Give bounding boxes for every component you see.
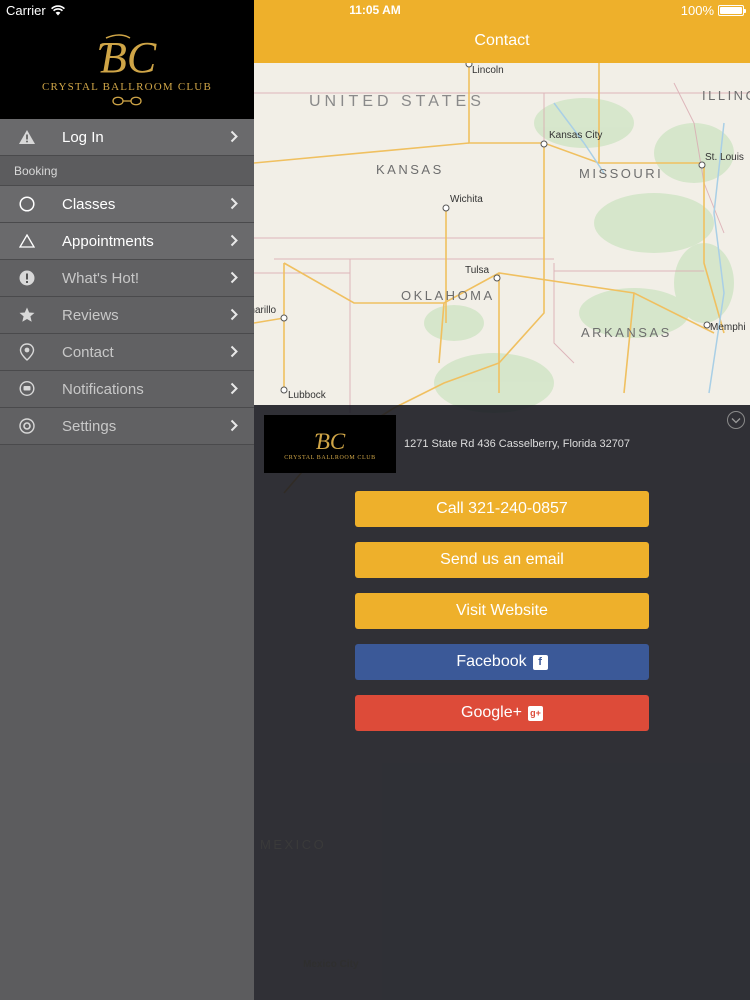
menu-item-reviews[interactable]: Reviews	[0, 297, 254, 334]
contact-logo: ƁC Crystal Ballroom Club	[264, 415, 396, 473]
website-button[interactable]: Visit Website	[355, 593, 649, 629]
menu-item-login-label: Log In	[62, 128, 104, 146]
menu-item-contact-label: Contact	[62, 343, 114, 361]
map-label-oklahoma: OKLAHOMA	[401, 288, 495, 303]
website-button-label: Visit Website	[456, 602, 548, 619]
chevron-right-icon	[230, 271, 238, 284]
triangle-icon	[0, 234, 62, 248]
map-label-mexico: MEXICO	[260, 837, 327, 852]
chat-bubble-icon	[0, 381, 62, 397]
map-label-lincoln: Lincoln	[472, 65, 504, 76]
map-label-tulsa: Tulsa	[465, 265, 490, 276]
chevron-down-icon	[731, 417, 741, 423]
chevron-right-icon	[230, 345, 238, 358]
svg-text:ƁC: ƁC	[315, 429, 346, 453]
brand-logo: ƁC	[315, 429, 346, 453]
location-pin-icon	[0, 343, 62, 361]
map-label-st-louis: St. Louis	[705, 152, 744, 163]
main-content: Contact Lincoln UNITED STATES ILLIN Kans…	[254, 0, 750, 1000]
menu-item-settings-label: Settings	[62, 417, 117, 435]
chevron-right-icon	[230, 382, 238, 395]
map-label-mexico-city: Mexico City	[303, 959, 359, 970]
gear-icon	[0, 418, 62, 434]
chevron-right-icon	[230, 308, 238, 321]
contact-panel: ƁC Crystal Ballroom Club 1271 State Rd 4…	[254, 405, 750, 1000]
exclamation-icon	[0, 270, 62, 286]
map-label-arkansas: ARKANSAS	[581, 325, 672, 340]
chevron-right-icon	[230, 197, 238, 210]
menu-item-contact[interactable]: Contact	[0, 334, 254, 371]
call-button-label: Call 321-240-0857	[436, 500, 568, 517]
page-title: Contact	[474, 32, 530, 49]
menu-item-login[interactable]: Log In	[0, 119, 254, 156]
battery-percent: 100%	[680, 3, 714, 18]
menu-item-appointments[interactable]: Appointments	[0, 223, 254, 260]
facebook-icon: f	[532, 654, 548, 670]
circle-icon	[0, 196, 62, 212]
section-header-booking: Booking	[0, 156, 254, 186]
svg-text:ƁC: ƁC	[98, 33, 157, 80]
chevron-right-icon	[230, 130, 238, 143]
sidebar: ƁC Crystal Ballroom Club Log In Booking …	[0, 0, 254, 1000]
map-label-kansas: KANSAS	[376, 162, 444, 177]
menu-item-notifications-label: Notifications	[62, 380, 144, 398]
battery-icon	[718, 5, 746, 16]
chevron-right-icon	[230, 234, 238, 247]
menu-item-whats-hot-label: What's Hot!	[62, 269, 140, 287]
brand-ornament-icon	[112, 96, 142, 105]
call-button[interactable]: Call 321-240-0857	[355, 491, 649, 527]
contact-brand-name: Crystal Ballroom Club	[284, 455, 376, 461]
map-label-memphis: Memphi	[710, 322, 746, 333]
brand-logo: ƁC	[98, 33, 157, 80]
email-button-label: Send us an email	[440, 551, 564, 568]
menu-item-settings[interactable]: Settings	[0, 408, 254, 445]
star-icon	[0, 307, 62, 323]
map-label-missouri: MISSOURI	[579, 166, 664, 181]
collapse-button[interactable]	[727, 411, 745, 429]
google-plus-icon: g+	[527, 705, 543, 721]
menu-item-classes-label: Classes	[62, 195, 116, 213]
map-label-amarillo: Amarillo	[254, 305, 277, 316]
map-label-united-states: UNITED STATES	[309, 93, 485, 110]
map-label-lubbock: Lubbock	[288, 390, 326, 401]
address-text: 1271 State Rd 436 Casselberry, Florida 3…	[404, 438, 631, 450]
menu-item-whats-hot[interactable]: What's Hot!	[0, 260, 254, 297]
google-plus-button[interactable]: Google+ g+	[355, 695, 649, 731]
brand-name: Crystal Ballroom Club	[42, 80, 212, 93]
battery-indicator: 100%	[680, 3, 746, 18]
menu-item-notifications[interactable]: Notifications	[0, 371, 254, 408]
google-plus-button-label: Google+	[461, 704, 522, 721]
clock: 11:05 AM	[349, 3, 401, 17]
menu-item-reviews-label: Reviews	[62, 306, 119, 324]
map-label-illinois: ILLINO	[702, 88, 750, 103]
map-label-kansas-city: Kansas City	[549, 130, 603, 141]
status-bar: Carrier 11:05 AM 100%	[0, 0, 750, 20]
email-button[interactable]: Send us an email	[355, 542, 649, 578]
facebook-button[interactable]: Facebook f	[355, 644, 649, 680]
facebook-button-label: Facebook	[456, 653, 527, 670]
chevron-right-icon	[230, 419, 238, 432]
warning-icon	[0, 130, 62, 144]
map-label-wichita: Wichita	[450, 194, 483, 205]
menu-item-classes[interactable]: Classes	[0, 186, 254, 223]
menu-item-appointments-label: Appointments	[62, 232, 154, 250]
